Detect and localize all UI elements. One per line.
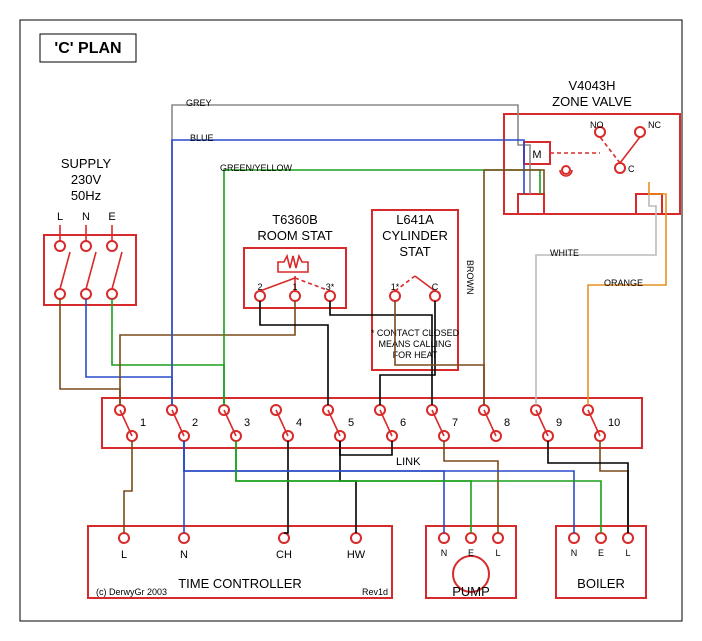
svg-text:NC: NC [648, 120, 661, 130]
svg-text:4: 4 [296, 417, 302, 429]
svg-text:HW: HW [347, 549, 366, 561]
svg-text:1*: 1* [391, 282, 400, 292]
svg-text:Rev1d: Rev1d [362, 587, 388, 597]
svg-text:CYLINDER: CYLINDER [382, 228, 448, 243]
zone-valve-label: ZONE VALVE [552, 94, 632, 109]
svg-text:BROWN: BROWN [465, 260, 475, 295]
roomstat-label: ROOM STAT [257, 228, 332, 243]
svg-text:2: 2 [257, 282, 262, 292]
svg-text:ORANGE: ORANGE [604, 278, 643, 288]
svg-text:T6360B: T6360B [272, 212, 318, 227]
svg-text:WHITE: WHITE [550, 248, 579, 258]
svg-text:5: 5 [348, 417, 354, 429]
svg-text:3*: 3* [326, 282, 335, 292]
svg-text:1: 1 [140, 417, 146, 429]
cylstat-label: STAT [399, 244, 430, 259]
svg-text:BOILER: BOILER [577, 576, 625, 591]
svg-text:E: E [108, 211, 115, 223]
svg-text:L: L [495, 548, 500, 558]
wiring-diagram: 'C' PLAN SUPPLY 230V 50Hz L N E T6360B R… [0, 0, 702, 641]
diagram-title: 'C' PLAN [54, 40, 121, 57]
svg-text:PUMP: PUMP [452, 584, 490, 599]
svg-text:7: 7 [452, 417, 458, 429]
svg-text:C: C [628, 164, 635, 174]
svg-text:2: 2 [192, 417, 198, 429]
svg-text:MEANS CALLING: MEANS CALLING [378, 339, 451, 349]
svg-text:GREY: GREY [186, 98, 212, 108]
svg-text:FOR HEAT: FOR HEAT [393, 350, 438, 360]
svg-text:C: C [432, 282, 439, 292]
svg-text:L: L [121, 549, 127, 561]
svg-text:10: 10 [608, 417, 620, 429]
svg-text:E: E [468, 548, 474, 558]
svg-text:N: N [441, 548, 448, 558]
link-label: LINK [396, 456, 421, 468]
svg-text:8: 8 [504, 417, 510, 429]
svg-text:L: L [57, 211, 63, 223]
svg-text:E: E [598, 548, 604, 558]
svg-text:TIME CONTROLLER: TIME CONTROLLER [178, 576, 302, 591]
svg-text:N: N [571, 548, 578, 558]
supply-freq: 50Hz [71, 188, 101, 203]
svg-text:BLUE: BLUE [190, 133, 214, 143]
svg-text:N: N [82, 211, 90, 223]
svg-text:NO: NO [590, 120, 604, 130]
svg-text:* CONTACT CLOSED: * CONTACT CLOSED [371, 328, 460, 338]
svg-text:M: M [532, 149, 541, 161]
svg-text:(c) DerwyGr 2003: (c) DerwyGr 2003 [96, 587, 167, 597]
svg-text:CH: CH [276, 549, 292, 561]
junction-terminals: 1 2 3 4 5 6 7 8 9 10 [115, 405, 620, 441]
svg-text:N: N [180, 549, 188, 561]
svg-text:V4043H: V4043H [569, 78, 616, 93]
supply-label: SUPPLY [61, 156, 112, 171]
svg-text:1: 1 [292, 282, 297, 292]
svg-text:3: 3 [244, 417, 250, 429]
svg-text:6: 6 [400, 417, 406, 429]
svg-text:9: 9 [556, 417, 562, 429]
svg-text:GREEN/YELLOW: GREEN/YELLOW [220, 163, 293, 173]
supply-voltage: 230V [71, 172, 102, 187]
svg-text:L: L [625, 548, 630, 558]
svg-text:L641A: L641A [396, 212, 434, 227]
